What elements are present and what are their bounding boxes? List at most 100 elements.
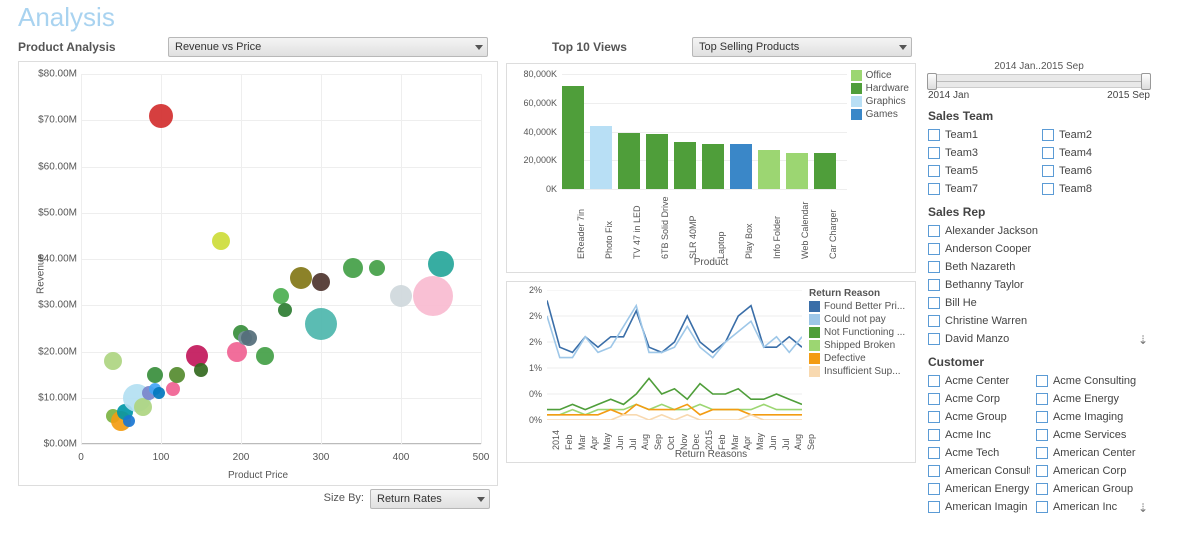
customer-checkbox[interactable]: Acme Group: [928, 408, 1030, 425]
checkbox-icon[interactable]: [928, 129, 940, 141]
scatter-point[interactable]: [147, 367, 163, 383]
checkbox-icon[interactable]: [1042, 147, 1054, 159]
scatter-point[interactable]: [428, 251, 454, 277]
customer-checkbox[interactable]: Acme Energy: [1036, 390, 1138, 407]
checkbox-icon[interactable]: [928, 483, 940, 495]
checkbox-icon[interactable]: [928, 297, 940, 309]
bar[interactable]: [646, 134, 668, 189]
customer-checkbox[interactable]: American Energy: [928, 480, 1030, 497]
checkbox-icon[interactable]: [1042, 129, 1054, 141]
checkbox-icon[interactable]: [1036, 375, 1048, 387]
checkbox-icon[interactable]: [928, 279, 940, 291]
rep-checkbox[interactable]: Beth Nazareth: [928, 258, 1138, 275]
scroll-down-icon[interactable]: ⇣: [1138, 333, 1150, 347]
checkbox-icon[interactable]: [928, 429, 940, 441]
bar[interactable]: [562, 86, 584, 190]
customer-checkbox[interactable]: Acme Consulting: [1036, 372, 1138, 389]
checkbox-icon[interactable]: [1036, 501, 1048, 513]
line-series[interactable]: [547, 306, 802, 358]
scatter-point[interactable]: [290, 267, 312, 289]
checkbox-icon[interactable]: [928, 447, 940, 459]
bar[interactable]: [674, 142, 696, 189]
size-by-dropdown[interactable]: Return Rates: [370, 489, 490, 509]
team-checkbox[interactable]: Team4: [1042, 144, 1150, 161]
checkbox-icon[interactable]: [1036, 393, 1048, 405]
checkbox-icon[interactable]: [928, 501, 940, 513]
customer-checkbox[interactable]: Acme Services: [1036, 426, 1138, 443]
team-checkbox[interactable]: Team5: [928, 162, 1036, 179]
team-checkbox[interactable]: Team3: [928, 144, 1036, 161]
product-analysis-dropdown[interactable]: Revenue vs Price: [168, 37, 488, 57]
customer-checkbox[interactable]: American Corp: [1036, 462, 1138, 479]
bar[interactable]: [814, 153, 836, 189]
scatter-point[interactable]: [256, 347, 274, 365]
bar[interactable]: [702, 144, 724, 189]
checkbox-icon[interactable]: [1036, 447, 1048, 459]
scatter-chart[interactable]: Revenue $0.00M$10.00M$20.00M$30.00M$40.0…: [18, 61, 498, 486]
checkbox-icon[interactable]: [928, 183, 940, 195]
scatter-point[interactable]: [134, 398, 152, 416]
scatter-point[interactable]: [312, 273, 330, 291]
team-checkbox[interactable]: Team6: [1042, 162, 1150, 179]
checkbox-icon[interactable]: [1036, 429, 1048, 441]
scatter-point[interactable]: [153, 387, 165, 399]
rep-checkbox[interactable]: Bill He: [928, 294, 1138, 311]
bar[interactable]: [730, 144, 752, 189]
scatter-point[interactable]: [169, 367, 185, 383]
checkbox-icon[interactable]: [928, 225, 940, 237]
scatter-point[interactable]: [166, 382, 180, 396]
checkbox-icon[interactable]: [928, 315, 940, 327]
team-checkbox[interactable]: Team2: [1042, 126, 1150, 143]
checkbox-icon[interactable]: [928, 411, 940, 423]
team-checkbox[interactable]: Team1: [928, 126, 1036, 143]
top10-dropdown[interactable]: Top Selling Products: [692, 37, 912, 57]
scatter-point[interactable]: [212, 232, 230, 250]
rep-checkbox[interactable]: David Manzo: [928, 330, 1138, 347]
team-checkbox[interactable]: Team8: [1042, 180, 1150, 197]
rep-checkbox[interactable]: Christine Warren: [928, 312, 1138, 329]
scatter-point[interactable]: [413, 276, 453, 316]
checkbox-icon[interactable]: [1036, 465, 1048, 477]
checkbox-icon[interactable]: [928, 243, 940, 255]
scatter-point[interactable]: [305, 308, 337, 340]
bar[interactable]: [758, 150, 780, 189]
scatter-point[interactable]: [241, 330, 257, 346]
scatter-point[interactable]: [369, 260, 385, 276]
checkbox-icon[interactable]: [1042, 183, 1054, 195]
bar[interactable]: [786, 153, 808, 189]
checkbox-icon[interactable]: [1042, 165, 1054, 177]
scatter-point[interactable]: [149, 104, 173, 128]
scatter-point[interactable]: [194, 363, 208, 377]
scatter-point[interactable]: [343, 258, 363, 278]
checkbox-icon[interactable]: [1036, 483, 1048, 495]
rep-checkbox[interactable]: Anderson Cooper: [928, 240, 1138, 257]
scatter-point[interactable]: [278, 303, 292, 317]
customer-checkbox[interactable]: American Center: [1036, 444, 1138, 461]
checkbox-icon[interactable]: [928, 165, 940, 177]
rep-checkbox[interactable]: Alexander Jackson: [928, 222, 1138, 239]
bar[interactable]: [618, 133, 640, 189]
slider-thumb-start[interactable]: [927, 73, 937, 90]
customer-checkbox[interactable]: Acme Tech: [928, 444, 1030, 461]
customer-checkbox[interactable]: Acme Inc: [928, 426, 1030, 443]
scatter-point[interactable]: [104, 352, 122, 370]
time-slider[interactable]: 2014 Jan..2015 Sep 2014 Jan 2015 Sep: [928, 61, 1150, 101]
checkbox-icon[interactable]: [928, 261, 940, 273]
checkbox-icon[interactable]: [928, 465, 940, 477]
customer-checkbox[interactable]: American Consult: [928, 462, 1030, 479]
checkbox-icon[interactable]: [928, 375, 940, 387]
customer-checkbox[interactable]: Acme Corp: [928, 390, 1030, 407]
bar[interactable]: [590, 126, 612, 189]
scatter-point[interactable]: [390, 285, 412, 307]
line-series[interactable]: [547, 300, 802, 352]
top10-bar-chart[interactable]: 0K20,000K40,000K60,000K80,000K EReader 7…: [506, 63, 916, 273]
customer-checkbox[interactable]: American Group: [1036, 480, 1138, 497]
customer-checkbox[interactable]: Acme Center: [928, 372, 1030, 389]
checkbox-icon[interactable]: [928, 147, 940, 159]
scatter-point[interactable]: [273, 288, 289, 304]
customer-checkbox[interactable]: American Inc: [1036, 498, 1138, 515]
customer-checkbox[interactable]: American Imagin: [928, 498, 1030, 515]
rep-checkbox[interactable]: Bethanny Taylor: [928, 276, 1138, 293]
scroll-down-icon[interactable]: ⇣: [1138, 501, 1150, 515]
returns-line-chart[interactable]: 0%0%1%2%2%2% 2014FebMarAprMayJunJulAugSe…: [506, 281, 916, 463]
